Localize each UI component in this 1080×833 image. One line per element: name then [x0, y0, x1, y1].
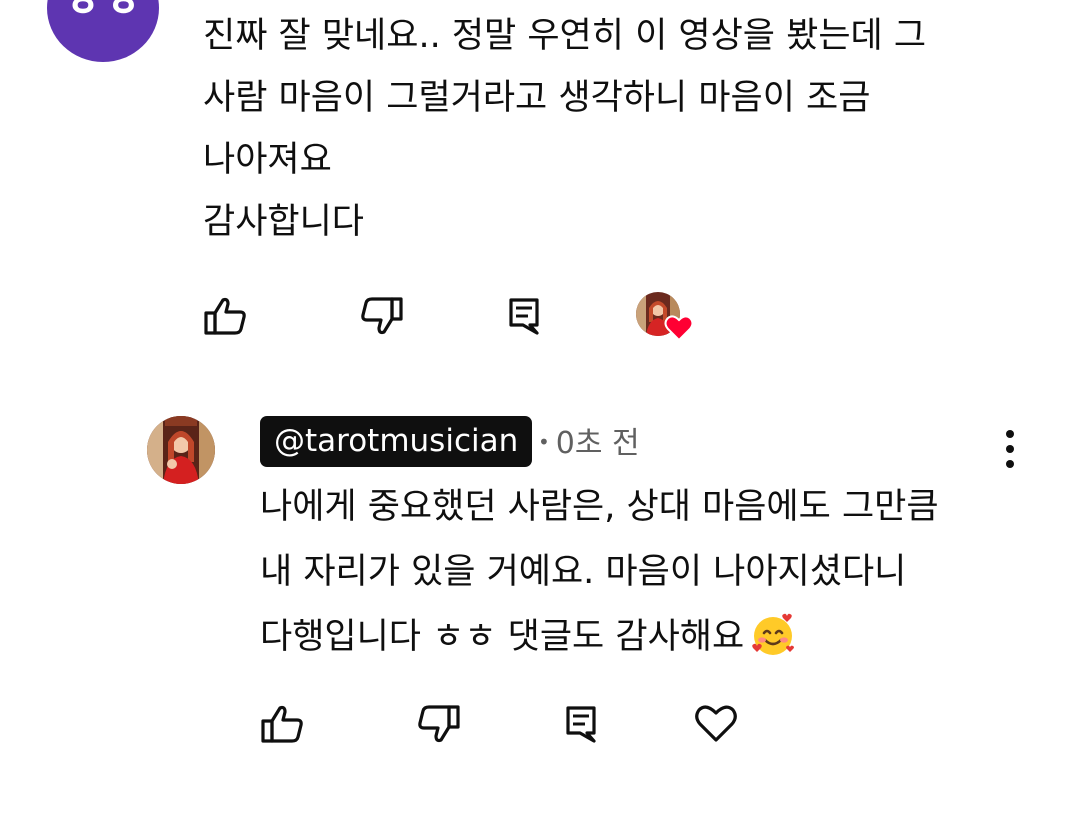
separator-dot: • [538, 430, 550, 454]
reply-timestamp: • 0초 전 [538, 421, 640, 465]
comments-section: ㅎㅎ 진짜 잘 맞네요.. 정말 우연히 이 영상을 봤는데 그 사람 마음이 … [0, 0, 1080, 833]
comment-text: 진짜 잘 맞네요.. 정말 우연히 이 영상을 봤는데 그 사람 마음이 그럴거… [203, 16, 927, 242]
heart-outline-icon [695, 705, 737, 742]
dislike-button[interactable] [360, 296, 404, 336]
creator-heart-badge [636, 292, 694, 342]
heart-button[interactable] [694, 702, 738, 744]
thumbs-down-icon [361, 297, 403, 335]
heart-icon [664, 314, 694, 346]
thumbs-up-icon [204, 297, 246, 335]
thumbs-down-icon [418, 705, 460, 743]
reply-author-handle[interactable]: @tarotmusician [260, 416, 533, 467]
reply-text-block: 나에게 중요했던 사람은, 상대 마음에도 그만큼 내 자리가 있을 거예요. … [260, 475, 1020, 680]
reply-like-button[interactable] [260, 704, 304, 744]
more-vert-icon [1006, 430, 1014, 468]
avatar-initials: ㅎㅎ [62, 0, 144, 27]
reply-action-bar [0, 700, 1080, 760]
more-options-button[interactable] [994, 425, 1026, 473]
reply-text: 나에게 중요했던 사람은, 상대 마음에도 그만큼 내 자리가 있을 거예요. … [260, 487, 939, 657]
reply-time: 0초 전 [555, 426, 640, 461]
reply-reply-button[interactable] [565, 705, 597, 743]
like-button[interactable] [203, 296, 247, 336]
reply-button[interactable] [508, 297, 540, 335]
thumbs-up-icon [261, 705, 303, 743]
comment-icon [509, 298, 539, 335]
reply-author-avatar[interactable] [147, 416, 215, 484]
comment-icon [566, 706, 596, 743]
smiling-face-with-hearts-icon [750, 612, 796, 680]
reply-dislike-button[interactable] [417, 704, 461, 744]
commenter-avatar[interactable]: ㅎㅎ [47, 0, 159, 62]
comment-action-bar [0, 290, 1080, 350]
